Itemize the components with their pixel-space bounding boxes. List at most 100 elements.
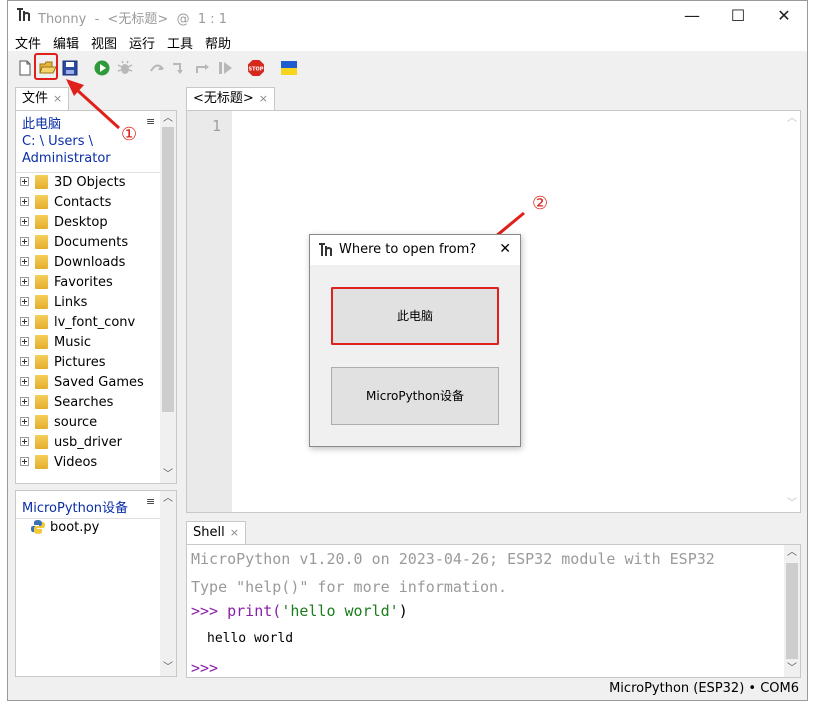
menu-bar: 文件 编辑 视图 运行 工具 帮助 <box>8 31 807 52</box>
scroll-down-icon[interactable]: ﹀ <box>160 467 176 483</box>
shell-scroll-up-icon[interactable]: ︿ <box>784 545 800 561</box>
device-panel-menu-icon[interactable]: ≡ <box>146 495 155 508</box>
folder-icon <box>35 334 48 349</box>
shell-scroll-down-icon[interactable]: ﹀ <box>784 661 800 677</box>
expand-icon[interactable] <box>20 297 29 306</box>
file-row-label: Contacts <box>54 195 112 210</box>
run-icon[interactable] <box>93 59 111 77</box>
editor-scrollbar[interactable]: ︿ ﹀ <box>784 111 800 512</box>
step-1-marker: ① <box>121 124 138 145</box>
menu-view[interactable]: 视图 <box>91 33 117 52</box>
shell-scrollbar[interactable]: ︿ ﹀ <box>784 545 800 677</box>
menu-run[interactable]: 运行 <box>129 33 155 52</box>
tab-files-label: 文件 <box>22 91 49 106</box>
step-2-marker: ② <box>532 193 549 214</box>
files-scroll-thumb[interactable] <box>162 127 174 412</box>
expand-icon[interactable] <box>20 457 29 466</box>
folder-icon <box>35 194 48 209</box>
tab-editor-untitled[interactable]: <无标题> × <box>186 87 276 110</box>
menu-tools[interactable]: 工具 <box>167 33 193 52</box>
file-row[interactable]: Links <box>20 293 87 313</box>
editor-scroll-up-icon[interactable]: ︿ <box>784 111 800 127</box>
file-row[interactable]: Saved Games <box>20 373 144 393</box>
dialog-close-button[interactable]: ✕ <box>499 241 511 257</box>
menu-help[interactable]: 帮助 <box>205 33 231 52</box>
resume-icon[interactable] <box>216 59 234 77</box>
file-row[interactable]: usb_driver <box>20 433 122 453</box>
file-row-label: usb_driver <box>54 435 123 450</box>
micropython-device-button[interactable]: MicroPython设备 <box>331 367 499 425</box>
scroll-up-icon[interactable]: ︿ <box>160 111 176 127</box>
tab-shell[interactable]: Shell × <box>186 521 246 544</box>
file-row-label: Videos <box>54 455 98 470</box>
close-window-button[interactable]: ✕ <box>761 1 807 31</box>
svg-text:STOP: STOP <box>249 67 264 73</box>
expand-icon[interactable] <box>20 177 29 186</box>
expand-icon[interactable] <box>20 357 29 366</box>
minimize-button[interactable]: — <box>669 1 715 31</box>
file-row[interactable]: Pictures <box>20 353 105 373</box>
step-into-icon[interactable] <box>171 59 189 77</box>
file-row-label: Music <box>54 335 91 350</box>
expand-icon[interactable] <box>20 337 29 346</box>
new-file-icon[interactable] <box>16 59 34 77</box>
file-row-label: Saved Games <box>54 375 144 390</box>
file-row[interactable]: lv_font_conv <box>20 313 135 333</box>
expand-icon[interactable] <box>20 277 29 286</box>
file-row[interactable]: Contacts <box>20 193 111 213</box>
device-scrollbar[interactable]: ︿ ﹀ <box>160 491 176 676</box>
device-scroll-up-icon[interactable]: ︿ <box>160 491 176 507</box>
menu-edit[interactable]: 编辑 <box>53 33 79 52</box>
step-over-icon[interactable] <box>148 59 166 77</box>
shell-input-prompt[interactable]: >>> <box>191 659 218 677</box>
files-scrollbar[interactable]: ︿ ﹀ <box>160 111 176 483</box>
expand-icon[interactable] <box>20 197 29 206</box>
device-file-name: boot.py <box>50 520 100 535</box>
shell-banner-line-1: MicroPython v1.20.0 on 2023-04-26; ESP32… <box>191 550 715 568</box>
backend-status[interactable]: MicroPython (ESP32) • COM6 <box>609 681 799 696</box>
expand-icon[interactable] <box>20 437 29 446</box>
save-file-icon[interactable] <box>61 59 79 77</box>
path-users[interactable]: C: \ Users \ <box>22 133 111 150</box>
tab-files-close[interactable]: × <box>53 92 62 105</box>
expand-icon[interactable] <box>20 217 29 226</box>
shell-scroll-thumb[interactable] <box>786 563 798 659</box>
tab-files[interactable]: 文件 × <box>15 87 70 110</box>
file-row[interactable]: Documents <box>20 233 128 253</box>
expand-icon[interactable] <box>20 317 29 326</box>
file-row[interactable]: Music <box>20 333 91 353</box>
path-administrator[interactable]: Administrator <box>22 150 111 167</box>
this-pc-button-highlight <box>331 287 499 345</box>
file-row-label: Desktop <box>54 215 108 230</box>
folder-icon <box>35 354 48 369</box>
shell-area[interactable]: MicroPython v1.20.0 on 2023-04-26; ESP32… <box>186 544 801 678</box>
file-row[interactable]: 3D Objects <box>20 173 126 193</box>
tab-shell-close[interactable]: × <box>230 526 239 539</box>
ukraine-flag-icon[interactable] <box>280 59 298 77</box>
file-row[interactable]: Desktop <box>20 213 108 233</box>
device-scroll-down-icon[interactable]: ﹀ <box>160 660 176 676</box>
debug-icon[interactable] <box>116 59 134 77</box>
menu-file[interactable]: 文件 <box>15 33 41 52</box>
maximize-button[interactable]: ☐ <box>715 1 761 31</box>
file-row[interactable]: Downloads <box>20 253 125 273</box>
device-file-row[interactable]: boot.py <box>30 518 99 538</box>
file-row[interactable]: Searches <box>20 393 113 413</box>
tab-editor-close[interactable]: × <box>259 92 268 105</box>
path-this-pc[interactable]: 此电脑 <box>22 116 111 133</box>
stop-icon[interactable]: STOP <box>247 59 265 77</box>
shell-command-end: ) <box>398 602 408 620</box>
files-panel-menu-icon[interactable]: ≡ <box>146 115 155 128</box>
step-out-icon[interactable] <box>194 59 212 77</box>
editor-scroll-down-icon[interactable]: ﹀ <box>784 496 800 512</box>
file-row[interactable]: Videos <box>20 453 97 473</box>
expand-icon[interactable] <box>20 237 29 246</box>
expand-icon[interactable] <box>20 417 29 426</box>
expand-icon[interactable] <box>20 397 29 406</box>
expand-icon[interactable] <box>20 257 29 266</box>
file-row[interactable]: source <box>20 413 97 433</box>
expand-icon[interactable] <box>20 377 29 386</box>
dialog-title: Where to open from? <box>339 242 477 257</box>
file-row[interactable]: Favorites <box>20 273 113 293</box>
path-breadcrumb: 此电脑 C: \ Users \ Administrator <box>22 116 111 167</box>
